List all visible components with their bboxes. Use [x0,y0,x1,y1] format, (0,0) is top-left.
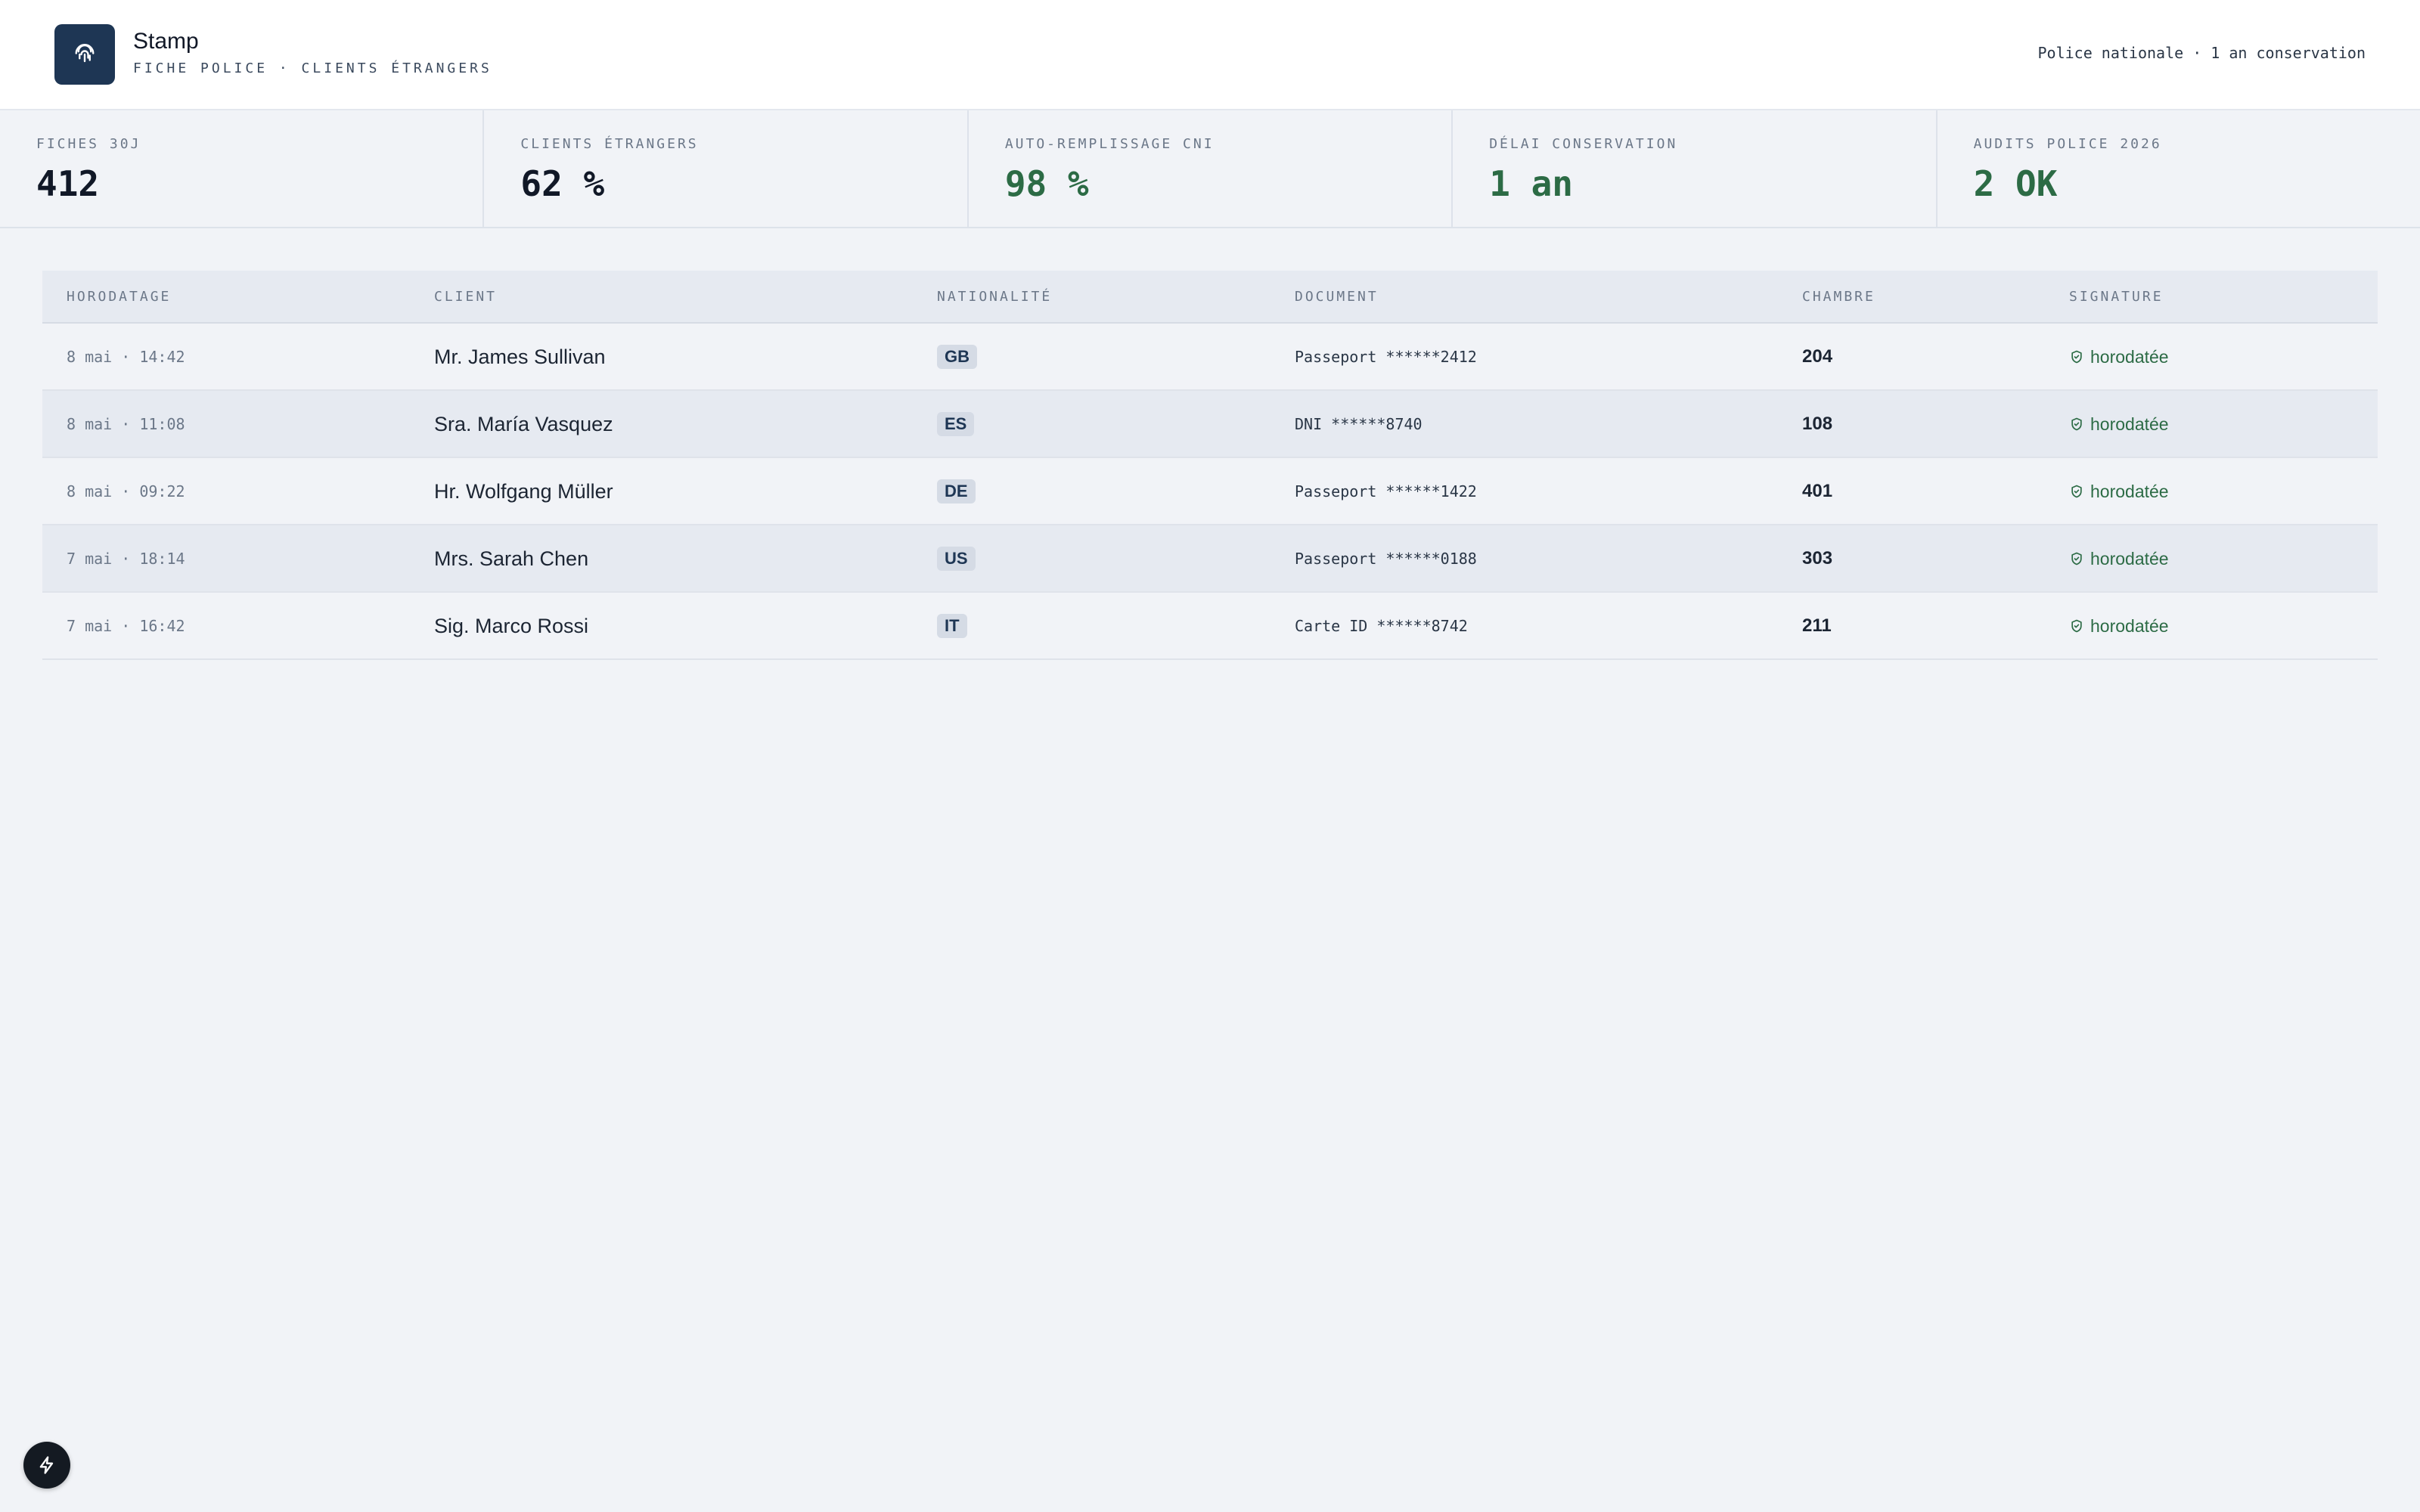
stat-label: CLIENTS ÉTRANGERS [520,136,699,152]
table-body: 8 mai · 14:42 Mr. James Sullivan GB Passepo… [42,324,2378,660]
nationality-badge: US [937,547,976,571]
stat-label: FICHES 30J [36,136,141,152]
stat-audits-police: AUDITS POLICE 2026 2 OK [1938,110,2420,227]
table-row[interactable]: 8 mai · 14:42 Mr. James Sullivan GB Passepo… [42,324,2378,391]
fiches-table: HORODATAGE CLIENT NATIONALITÉ DOCUMENT C… [42,271,2378,660]
stats-bar: FICHES 30J 412 CLIENTS ÉTRANGERS 62 % AU… [0,110,2420,228]
cell-nationalite: GB [937,324,977,390]
cell-nationalite: DE [937,458,976,525]
table-header: HORODATAGE CLIENT NATIONALITÉ DOCUMENT C… [42,271,2378,324]
cell-horodatage: 7 mai · 16:42 [67,617,185,635]
cell-signature: horodatée [2069,593,2169,659]
cell-client: Hr. Wolfgang Müller [434,479,613,503]
stat-clients-etrangers: CLIENTS ÉTRANGERS 62 % [484,110,969,227]
table-row[interactable]: 7 mai · 18:14 Mrs. Sarah Chen US Passeport … [42,525,2378,593]
nationality-badge: DE [937,479,976,503]
cell-signature: horodatée [2069,458,2169,525]
lightning-icon [39,1456,54,1474]
cell-chambre: 108 [1802,414,1833,434]
cell-client: Sig. Marco Rossi [434,614,589,637]
cell-signature: horodatée [2069,525,2169,592]
cell-chambre: 303 [1802,548,1833,569]
stat-value: 412 [36,163,100,204]
column-header-horodatage[interactable]: HORODATAGE [67,289,171,305]
cell-signature: horodatée [2069,391,2169,457]
table-row[interactable]: 8 mai · 11:08 Sra. María Vasquez ES DNI ***… [42,391,2378,458]
cell-horodatage: 8 mai · 11:08 [67,415,185,433]
stat-label: DÉLAI CONSERVATION [1489,136,1678,152]
cell-horodatage: 8 mai · 14:42 [67,348,185,366]
stat-delai-conservation: DÉLAI CONSERVATION 1 an [1453,110,1938,227]
quick-action-button[interactable] [23,1442,70,1489]
table-row[interactable]: 7 mai · 16:42 Sig. Marco Rossi IT Carte ID … [42,593,2378,660]
column-header-client[interactable]: CLIENT [434,289,497,305]
cell-chambre: 211 [1802,615,1832,636]
shield-check-icon [2069,417,2084,432]
signature-status: horodatée [2090,481,2169,501]
app-title: Stamp [133,29,199,54]
column-header-signature[interactable]: SIGNATURE [2069,289,2164,305]
column-header-document[interactable]: DOCUMENT [1295,289,1379,305]
stat-label: AUDITS POLICE 2026 [1973,136,2162,152]
cell-document: Passeport ******1422 [1295,482,1477,500]
signature-status: horodatée [2090,414,2169,434]
app-subtitle: FICHE POLICE · CLIENTS ÉTRANGERS [133,60,492,76]
cell-client: Mr. James Sullivan [434,345,606,368]
nationality-badge: IT [937,614,967,638]
cell-document: Carte ID ******8742 [1295,617,1468,635]
cell-document: Passeport ******0188 [1295,550,1477,568]
cell-document: Passeport ******2412 [1295,348,1477,366]
stat-label: AUTO-REMPLISSAGE CNI [1004,136,1215,152]
column-header-chambre[interactable]: CHAMBRE [1802,289,1876,305]
column-header-nationalite[interactable]: NATIONALITÉ [937,289,1052,305]
app-logo [54,24,115,85]
fingerprint-icon [75,44,95,63]
cell-client: Sra. María Vasquez [434,412,613,435]
signature-status: horodatée [2090,548,2169,569]
app-header: Stamp FICHE POLICE · CLIENTS ÉTRANGERS P… [0,0,2420,110]
shield-check-icon [2069,349,2084,364]
cell-nationalite: US [937,525,976,592]
cell-client: Mrs. Sarah Chen [434,547,589,570]
shield-check-icon [2069,551,2084,566]
stat-value: 62 % [520,163,605,204]
stat-value: 98 % [1004,163,1089,204]
stat-value: 2 OK [1973,163,2058,204]
signature-status: horodatée [2090,346,2169,367]
cell-nationalite: ES [937,391,975,457]
cell-signature: horodatée [2069,324,2169,390]
shield-check-icon [2069,618,2084,634]
signature-status: horodatée [2090,615,2169,636]
cell-nationalite: IT [937,593,967,659]
table-row[interactable]: 8 mai · 09:22 Hr. Wolfgang Müller DE Passep… [42,458,2378,525]
nationality-badge: GB [937,345,977,369]
stat-fiches-30j: FICHES 30J 412 [0,110,485,227]
header-info: Police nationale · 1 an conservation [2037,44,2366,62]
stat-value: 1 an [1489,163,1573,204]
cell-document: DNI ******8740 [1295,415,1423,433]
cell-chambre: 401 [1802,481,1833,501]
nationality-badge: ES [937,412,975,436]
cell-chambre: 204 [1802,346,1833,367]
shield-check-icon [2069,484,2084,499]
cell-horodatage: 8 mai · 09:22 [67,482,185,500]
stat-auto-remplissage: AUTO-REMPLISSAGE CNI 98 % [969,110,1454,227]
cell-horodatage: 7 mai · 18:14 [67,550,185,568]
